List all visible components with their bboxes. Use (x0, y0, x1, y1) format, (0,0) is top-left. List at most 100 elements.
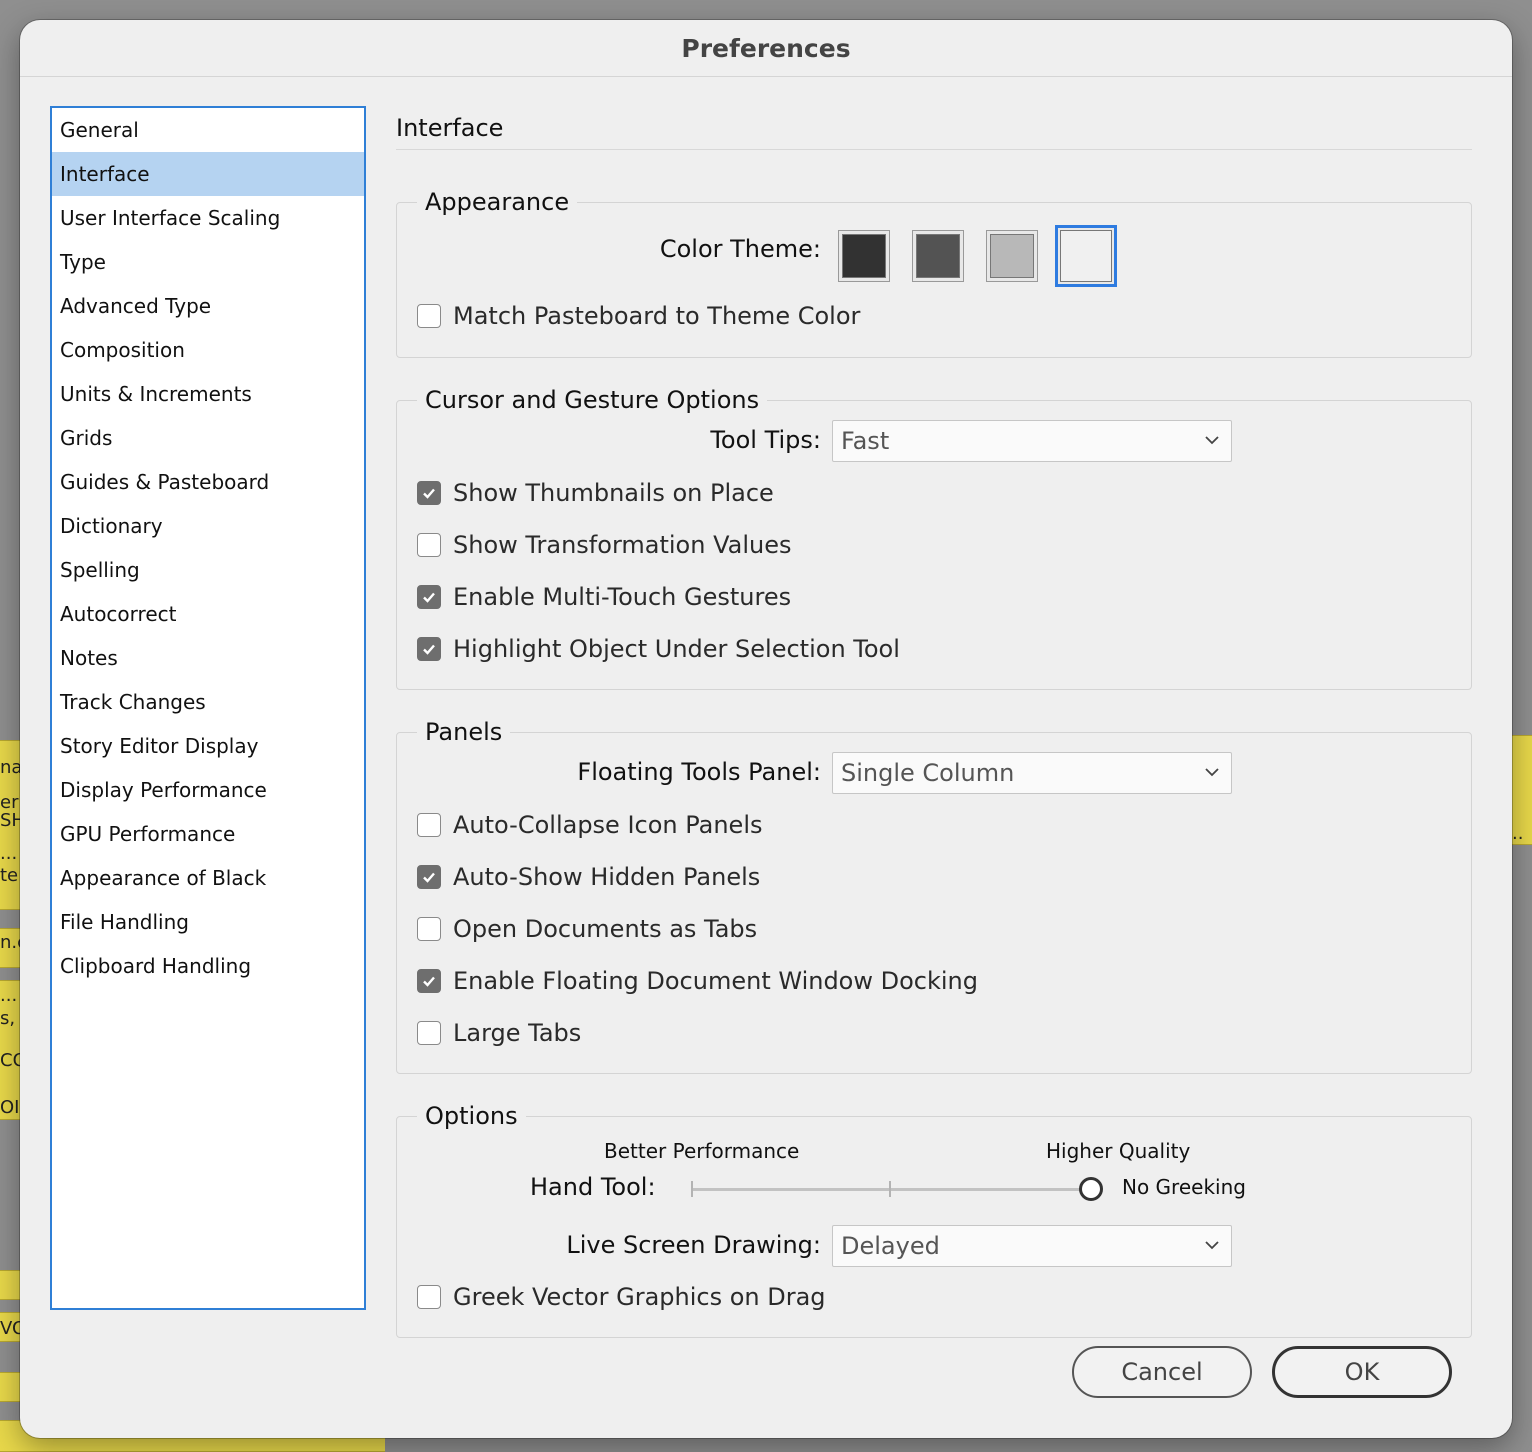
theme-swatch-medium-dark[interactable] (912, 230, 964, 282)
better-performance-label: Better Performance (604, 1139, 800, 1163)
sidebar-item-gpu-performance[interactable]: GPU Performance (52, 812, 364, 856)
sidebar-item-units-increments[interactable]: Units & Increments (52, 372, 364, 416)
preferences-dialog: Preferences General Interface User Interfa… (20, 20, 1512, 1438)
checkbox-label: Large Tabs (453, 1019, 582, 1047)
theme-swatch-light[interactable] (1055, 225, 1117, 287)
sidebar-item-autocorrect[interactable]: Autocorrect (52, 592, 364, 636)
hand-tool-slider-track[interactable] (692, 1188, 1092, 1191)
sidebar-item-advanced-type[interactable]: Advanced Type (52, 284, 364, 328)
checkbox-box[interactable] (417, 969, 441, 993)
live-drawing-value: Delayed (841, 1232, 940, 1260)
sidebar-item-story-editor-display[interactable]: Story Editor Display (52, 724, 364, 768)
content-pane: Interface Appearance Color Theme: Match … (396, 106, 1472, 1338)
theme-swatch-medium-light[interactable] (986, 230, 1038, 282)
background-text: s, e (0, 1008, 20, 1029)
auto-collapse-icon-panels-checkbox[interactable]: Auto-Collapse Icon Panels (417, 810, 763, 840)
floating-tools-dropdown[interactable]: Single Column (832, 752, 1232, 794)
sidebar-item-composition[interactable]: Composition (52, 328, 364, 372)
options-group: Options Better Performance Higher Qualit… (396, 1099, 1472, 1338)
slider-tick (691, 1181, 693, 1197)
open-documents-as-tabs-checkbox[interactable]: Open Documents as Tabs (417, 914, 757, 944)
background-text: SH (0, 810, 20, 831)
options-legend: Options (417, 1099, 526, 1133)
chevron-down-icon (1205, 436, 1219, 445)
sidebar-item-display-performance[interactable]: Display Performance (52, 768, 364, 812)
enable-floating-document-window-docking-checkbox[interactable]: Enable Floating Document Window Docking (417, 966, 978, 996)
sidebar-item-grids[interactable]: Grids (52, 416, 364, 460)
cancel-button[interactable]: Cancel (1072, 1346, 1252, 1398)
background-text: ... (0, 985, 18, 1006)
chevron-down-icon (1205, 768, 1219, 777)
background-text: n.c (0, 932, 20, 953)
greek-vector-checkbox[interactable]: Greek Vector Graphics on Drag (417, 1282, 826, 1312)
checkbox-box[interactable] (417, 865, 441, 889)
sidebar-item-general[interactable]: General (52, 108, 364, 152)
theme-swatch-fill (990, 234, 1034, 278)
background-text: CO (0, 1050, 20, 1071)
sidebar-item-notes[interactable]: Notes (52, 636, 364, 680)
tool-tips-value: Fast (841, 427, 890, 455)
show-thumbnails-on-place-checkbox[interactable]: Show Thumbnails on Place (417, 478, 774, 508)
checkbox-box[interactable] (417, 1285, 441, 1309)
sidebar-item-file-handling[interactable]: File Handling (52, 900, 364, 944)
sidebar-item-track-changes[interactable]: Track Changes (52, 680, 364, 724)
sidebar-item-clipboard-handling[interactable]: Clipboard Handling (52, 944, 364, 988)
chevron-down-icon (1205, 1241, 1219, 1250)
checkbox-label: Open Documents as Tabs (453, 915, 758, 943)
hand-tool-slider-knob[interactable] (1079, 1177, 1103, 1201)
theme-swatch-fill (1060, 230, 1112, 282)
hand-tool-label: Hand Tool: (530, 1173, 656, 1201)
enable-multi-touch-gestures-checkbox[interactable]: Enable Multi-Touch Gestures (417, 582, 791, 612)
auto-show-hidden-panels-checkbox[interactable]: Auto-Show Hidden Panels (417, 862, 760, 892)
dialog-title: Preferences (20, 20, 1512, 77)
ok-button[interactable]: OK (1272, 1346, 1452, 1398)
sidebar-item-type[interactable]: Type (52, 240, 364, 284)
background-strip (0, 1270, 22, 1300)
theme-swatch-fill (916, 234, 960, 278)
checkbox-label: Auto-Show Hidden Panels (453, 863, 761, 891)
section-title: Interface (396, 106, 1472, 150)
tool-tips-dropdown[interactable]: Fast (832, 420, 1232, 462)
category-list[interactable]: General Interface User Interface Scaling Ty… (50, 106, 366, 1310)
checkbox-box[interactable] (417, 917, 441, 941)
highlight-object-under-selection-tool-checkbox[interactable]: Highlight Object Under Selection Tool (417, 634, 900, 664)
checkbox-box[interactable] (417, 585, 441, 609)
match-pasteboard-checkbox[interactable]: Match Pasteboard to Theme Color (417, 301, 860, 331)
background-text: VO (0, 1318, 20, 1339)
floating-tools-value: Single Column (841, 759, 1015, 787)
background-text: te: (0, 865, 20, 886)
checkbox-label: Show Transformation Values (453, 531, 792, 559)
sidebar-item-dictionary[interactable]: Dictionary (52, 504, 364, 548)
sidebar-item-user-interface-scaling[interactable]: User Interface Scaling (52, 196, 364, 240)
checkbox-box[interactable] (417, 304, 441, 328)
checkbox-label: Highlight Object Under Selection Tool (453, 635, 900, 663)
appearance-legend: Appearance (417, 185, 578, 219)
sidebar-item-interface[interactable]: Interface (52, 152, 364, 196)
hand-tool-value: No Greeking (1122, 1175, 1246, 1199)
checkbox-box[interactable] (417, 637, 441, 661)
checkbox-box[interactable] (417, 481, 441, 505)
checkbox-box[interactable] (417, 813, 441, 837)
checkbox-label: Greek Vector Graphics on Drag (453, 1283, 826, 1311)
large-tabs-checkbox[interactable]: Large Tabs (417, 1018, 581, 1048)
tool-tips-label: Tool Tips: (710, 426, 821, 454)
checkbox-box[interactable] (417, 1021, 441, 1045)
sidebar-item-spelling[interactable]: Spelling (52, 548, 364, 592)
theme-swatch-dark[interactable] (838, 230, 890, 282)
background-text: .. (1512, 823, 1524, 844)
background-strip (0, 1372, 22, 1402)
checkbox-label: Enable Multi-Touch Gestures (453, 583, 792, 611)
show-transformation-values-checkbox[interactable]: Show Transformation Values (417, 530, 791, 560)
appearance-group: Appearance Color Theme: Match Pasteboard… (396, 185, 1472, 358)
sidebar-item-guides-pasteboard[interactable]: Guides & Pasteboard (52, 460, 364, 504)
checkbox-label: Enable Floating Document Window Docking (453, 967, 978, 995)
checkbox-box[interactable] (417, 533, 441, 557)
slider-tick (889, 1181, 891, 1197)
color-theme-label: Color Theme: (659, 235, 821, 263)
sidebar-item-appearance-of-black[interactable]: Appearance of Black (52, 856, 364, 900)
live-drawing-label: Live Screen Drawing: (566, 1231, 821, 1259)
live-drawing-dropdown[interactable]: Delayed (832, 1225, 1232, 1267)
theme-swatch-fill (842, 234, 886, 278)
background-text: ... (0, 843, 18, 864)
panels-legend: Panels (417, 715, 511, 749)
